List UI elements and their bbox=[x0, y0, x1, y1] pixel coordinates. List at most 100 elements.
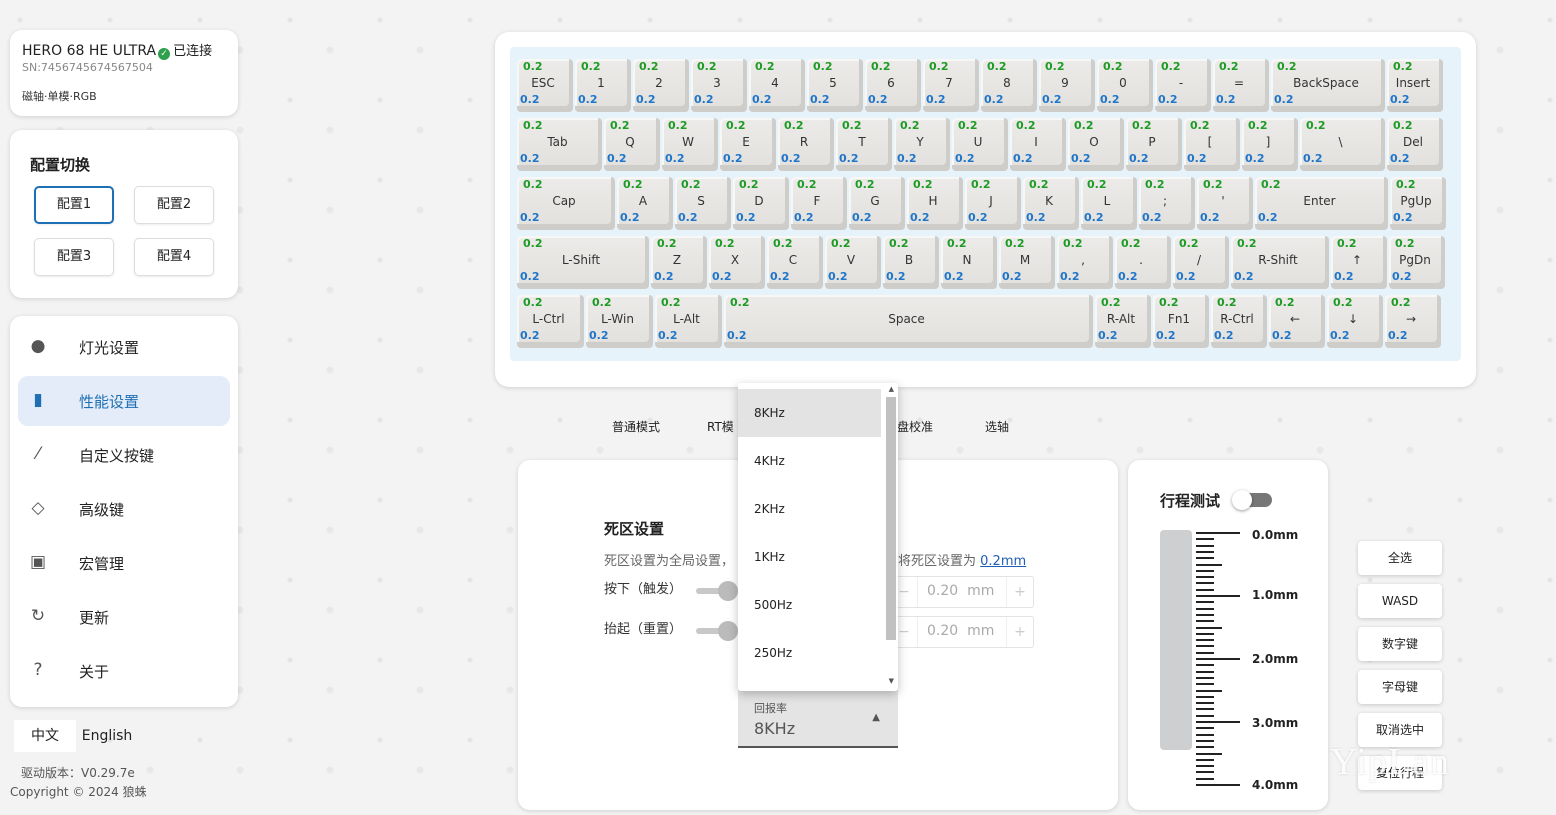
key[interactable]: 0.2 C 0.2 bbox=[767, 236, 823, 289]
travel-test-toggle[interactable] bbox=[1232, 490, 1272, 510]
nav-item-lighting[interactable]: ● 灯光设置 bbox=[18, 322, 230, 372]
key[interactable]: 0.2 Z 0.2 bbox=[651, 236, 707, 289]
key[interactable]: 0.2 L-Shift 0.2 bbox=[517, 236, 649, 289]
key[interactable]: 0.2. 0.2 bbox=[1115, 236, 1171, 289]
tab-calibration[interactable]: 盘校准 bbox=[897, 418, 933, 435]
nav-item-advanced-keys[interactable]: ◇ 高级键 bbox=[18, 484, 230, 534]
key[interactable]: 0.2 R-Shift 0.2 bbox=[1231, 236, 1329, 289]
key[interactable]: 0.2 R 0.2 bbox=[778, 118, 834, 171]
press-increment-button[interactable]: + bbox=[1006, 577, 1033, 607]
nav-item-custom-keys[interactable]: ⁄ 自定义按键 bbox=[18, 430, 230, 480]
key[interactable]: 0.2 6 0.2 bbox=[865, 59, 921, 112]
press-slider-handle[interactable] bbox=[718, 581, 738, 601]
key[interactable]: 0.2 L-Ctrl 0.2 bbox=[517, 295, 584, 348]
key[interactable]: 0.2 V 0.2 bbox=[825, 236, 881, 289]
release-increment-button[interactable]: + bbox=[1006, 617, 1033, 647]
key[interactable]: 0.2 R-Alt 0.2 bbox=[1095, 295, 1151, 348]
key[interactable]: 0.2 J 0.2 bbox=[965, 177, 1021, 230]
nav-item-macro[interactable]: ▣ 宏管理 bbox=[18, 538, 230, 588]
key[interactable]: 0.2 → 0.2 bbox=[1385, 295, 1441, 348]
key[interactable]: 0.2 BackSpace 0.2 bbox=[1271, 59, 1385, 112]
key[interactable]: 0.2; 0.2 bbox=[1139, 177, 1195, 230]
key[interactable]: 0.2 Cap 0.2 bbox=[517, 177, 615, 230]
key[interactable]: 0.2 ↓ 0.2 bbox=[1327, 295, 1383, 348]
key[interactable]: 0.2, 0.2 bbox=[1057, 236, 1113, 289]
key[interactable]: 0.2 W 0.2 bbox=[662, 118, 718, 171]
profile-button-1[interactable]: 配置1 bbox=[34, 186, 114, 224]
key[interactable]: 0.2 D 0.2 bbox=[733, 177, 789, 230]
key[interactable]: 0.2 P 0.2 bbox=[1126, 118, 1182, 171]
key[interactable]: 0.2 Q 0.2 bbox=[604, 118, 660, 171]
profile-button-2[interactable]: 配置2 bbox=[134, 186, 214, 224]
select-number-keys-button[interactable]: 数字键 bbox=[1358, 627, 1442, 661]
key[interactable]: 0.2 L 0.2 bbox=[1081, 177, 1137, 230]
key[interactable]: 0.2 0 0.2 bbox=[1097, 59, 1153, 112]
key[interactable]: 0.2 Space 0.2 bbox=[724, 295, 1093, 348]
release-slider-handle[interactable] bbox=[718, 621, 738, 641]
select-letter-keys-button[interactable]: 字母键 bbox=[1358, 670, 1442, 704]
key[interactable]: 0.2 T 0.2 bbox=[836, 118, 892, 171]
key[interactable]: 0.2 3 0.2 bbox=[691, 59, 747, 112]
key[interactable]: 0.2 Insert 0.2 bbox=[1387, 59, 1443, 112]
key[interactable]: 0.2 8 0.2 bbox=[981, 59, 1037, 112]
key[interactable]: 0.2 ← 0.2 bbox=[1269, 295, 1325, 348]
key[interactable]: 0.2 B 0.2 bbox=[883, 236, 939, 289]
key[interactable]: 0.2 PgUp 0.2 bbox=[1390, 177, 1446, 230]
key[interactable]: 0.2 G 0.2 bbox=[849, 177, 905, 230]
key[interactable]: 0.2 X 0.2 bbox=[709, 236, 765, 289]
key[interactable]: 0.2 U 0.2 bbox=[952, 118, 1008, 171]
polling-option-1khz[interactable]: 1KHz bbox=[738, 533, 881, 581]
release-value-input[interactable]: 0.20 mm bbox=[927, 623, 994, 639]
select-all-button[interactable]: 全选 bbox=[1358, 541, 1442, 575]
key[interactable]: 0.2 E 0.2 bbox=[720, 118, 776, 171]
polling-option-500hz[interactable]: 500Hz bbox=[738, 581, 881, 629]
key[interactable]: 0.2 Y 0.2 bbox=[894, 118, 950, 171]
profile-button-3[interactable]: 配置3 bbox=[34, 238, 114, 276]
key[interactable]: 0.2 1 0.2 bbox=[575, 59, 631, 112]
scroll-down-icon[interactable]: ▼ bbox=[889, 677, 894, 685]
profile-button-4[interactable]: 配置4 bbox=[134, 238, 214, 276]
nav-item-update[interactable]: ↻ 更新 bbox=[18, 592, 230, 642]
nav-item-performance[interactable]: ▮ 性能设置 bbox=[18, 376, 230, 426]
deadzone-link[interactable]: 0.2mm bbox=[980, 554, 1026, 569]
key[interactable]: 0.2 4 0.2 bbox=[749, 59, 805, 112]
dropdown-scrollbar[interactable] bbox=[886, 397, 896, 640]
polling-option-2khz[interactable]: 2KHz bbox=[738, 485, 881, 533]
key[interactable]: 0.2 R-Ctrl 0.2 bbox=[1211, 295, 1267, 348]
key[interactable]: 0.2 Enter 0.2 bbox=[1255, 177, 1388, 230]
key[interactable]: 0.2-0.2 bbox=[1155, 59, 1211, 112]
key[interactable]: 0.2 Tab 0.2 bbox=[517, 118, 602, 171]
key[interactable]: 0.2 PgDn 0.2 bbox=[1389, 236, 1445, 289]
polling-option-8khz[interactable]: 8KHz bbox=[738, 389, 881, 437]
key[interactable]: 0.2 F 0.2 bbox=[791, 177, 847, 230]
press-value-input[interactable]: 0.20 mm bbox=[927, 583, 994, 599]
key[interactable]: 0.2 L-Alt 0.2 bbox=[655, 295, 722, 348]
key[interactable]: 0.2 O 0.2 bbox=[1068, 118, 1124, 171]
key[interactable]: 0.2] 0.2 bbox=[1242, 118, 1298, 171]
key[interactable]: 0.2 S 0.2 bbox=[675, 177, 731, 230]
key[interactable]: 0.2 A 0.2 bbox=[617, 177, 673, 230]
lang-zh-button[interactable]: 中文 bbox=[14, 720, 76, 752]
key[interactable]: 0.2 ESC 0.2 bbox=[517, 59, 573, 112]
key[interactable]: 0.2 M 0.2 bbox=[999, 236, 1055, 289]
key[interactable]: 0.2 H 0.2 bbox=[907, 177, 963, 230]
key[interactable]: 0.2 L-Win 0.2 bbox=[586, 295, 653, 348]
key[interactable]: 0.2 I 0.2 bbox=[1010, 118, 1066, 171]
key[interactable]: 0.2/0.2 bbox=[1173, 236, 1229, 289]
key[interactable]: 0.2 7 0.2 bbox=[923, 59, 979, 112]
polling-option-250hz[interactable]: 250Hz bbox=[738, 629, 881, 677]
key[interactable]: 0.2[0.2 bbox=[1184, 118, 1240, 171]
key[interactable]: 0.2 Fn1 0.2 bbox=[1153, 295, 1209, 348]
key[interactable]: 0.2 9 0.2 bbox=[1039, 59, 1095, 112]
tab-rt-mode[interactable]: RT模 bbox=[707, 418, 734, 435]
key[interactable]: 0.2 = 0.2 bbox=[1213, 59, 1269, 112]
tab-normal-mode[interactable]: 普通模式 bbox=[612, 418, 660, 435]
key[interactable]: 0.2 \ 0.2 bbox=[1300, 118, 1385, 171]
lang-en-button[interactable]: English bbox=[78, 720, 136, 752]
polling-rate-select[interactable]: 回报率 8KHz ▲ bbox=[738, 690, 898, 748]
key[interactable]: 0.2 ↑ 0.2 bbox=[1331, 236, 1387, 289]
nav-item-about[interactable]: ? 关于 bbox=[18, 646, 230, 696]
key[interactable]: 0.2 N 0.2 bbox=[941, 236, 997, 289]
select-wasd-button[interactable]: WASD bbox=[1358, 584, 1442, 618]
key[interactable]: 0.2 K 0.2 bbox=[1023, 177, 1079, 230]
